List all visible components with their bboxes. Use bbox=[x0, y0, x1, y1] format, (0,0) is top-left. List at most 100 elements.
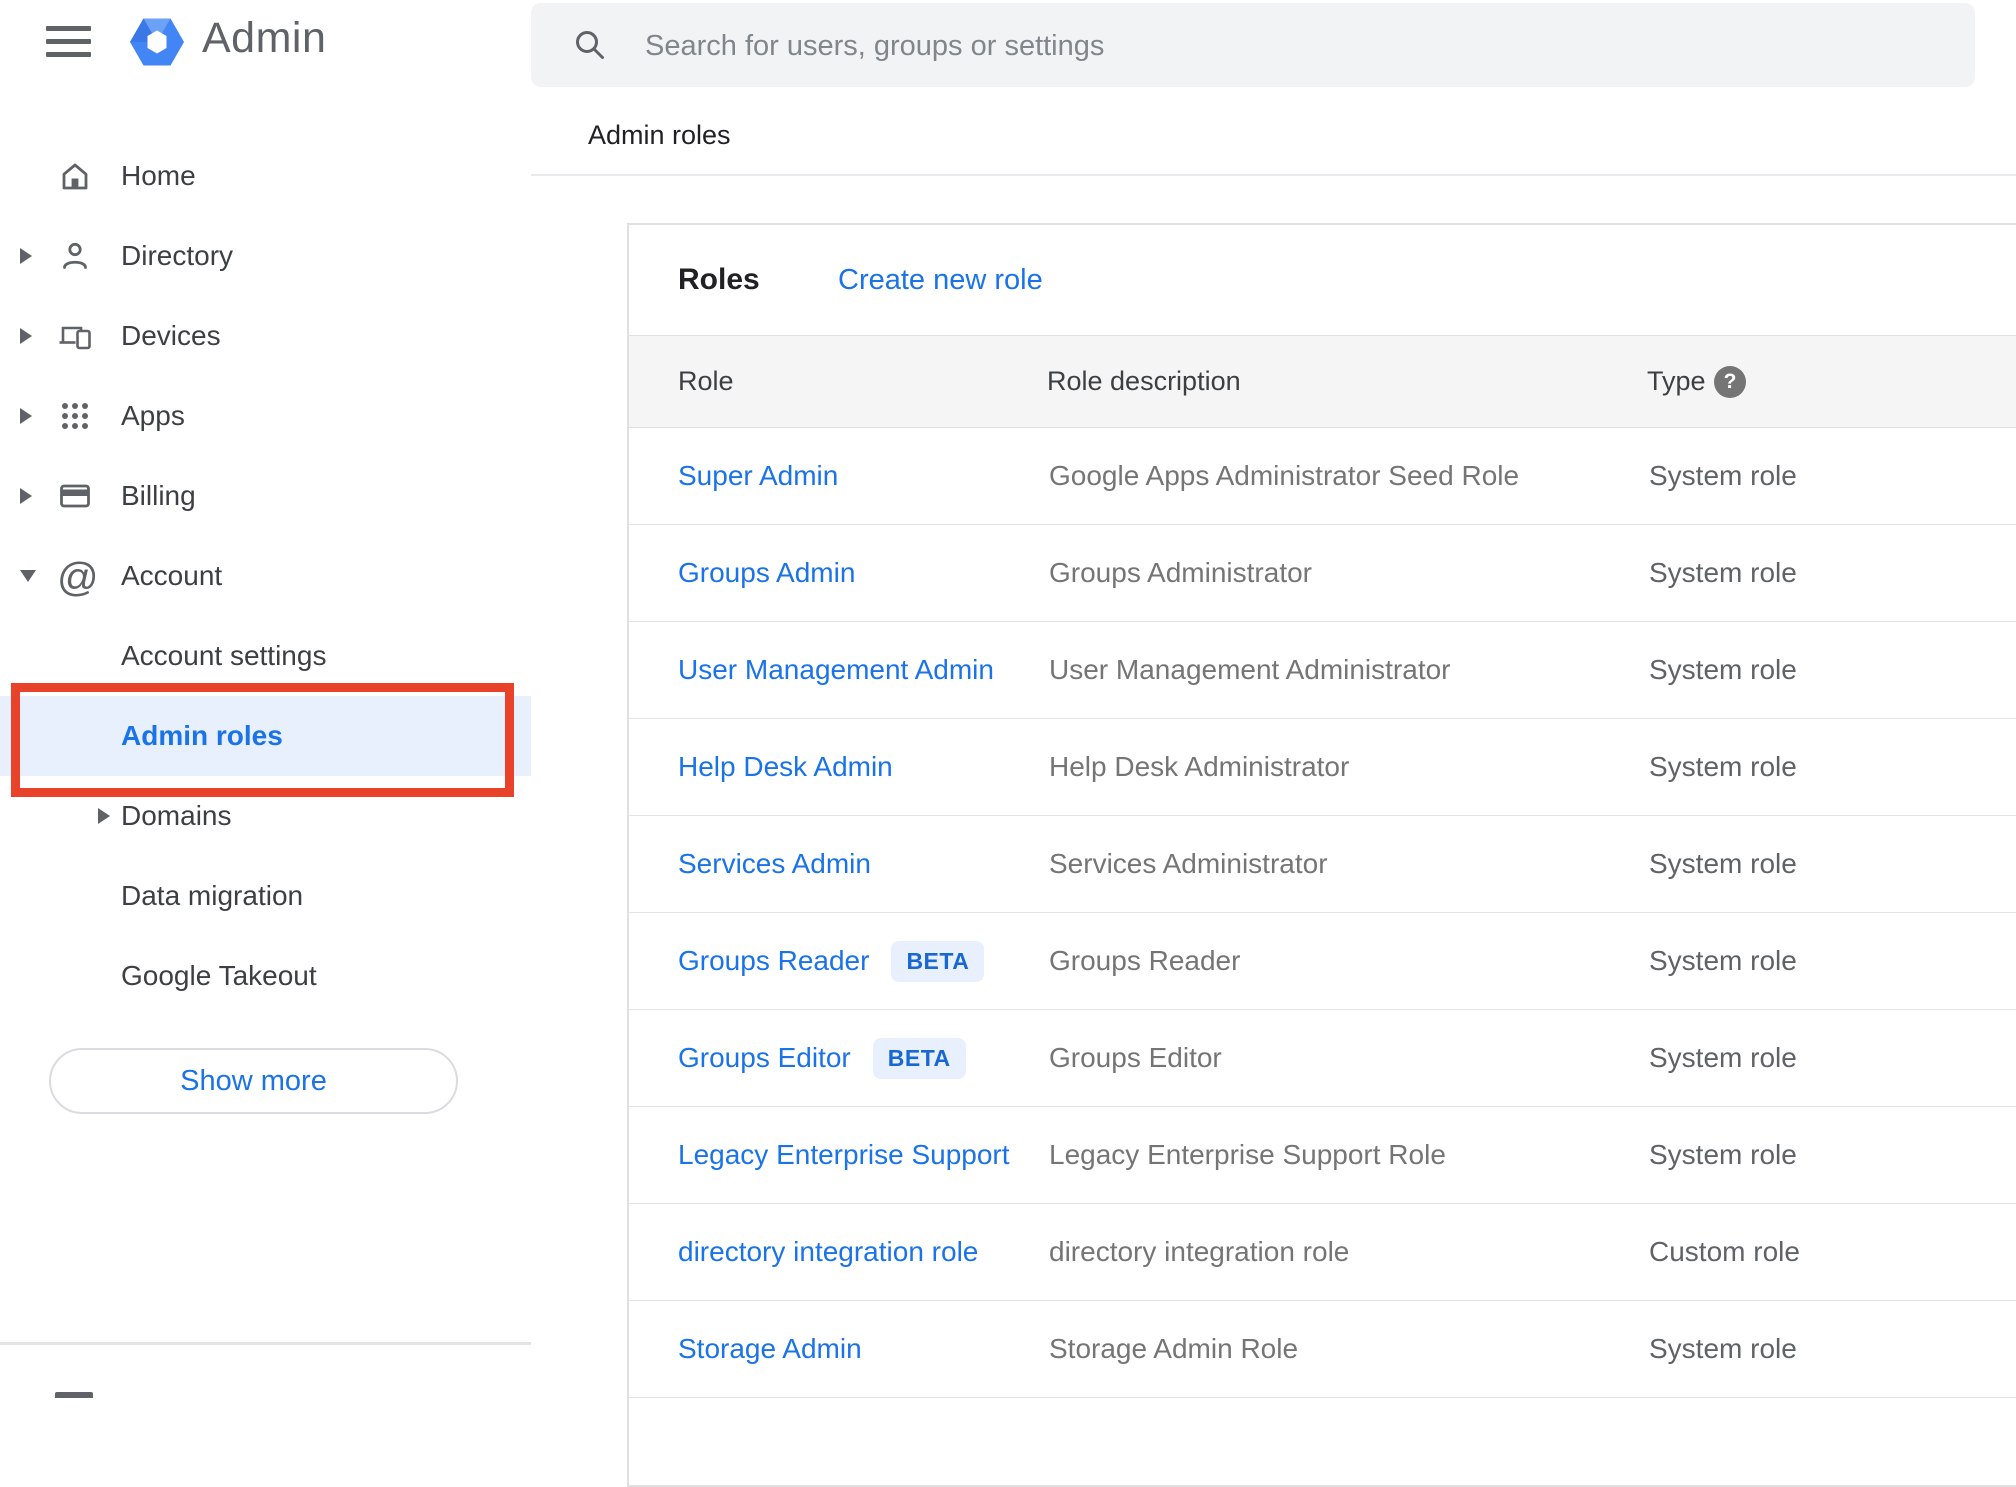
role-type: System role bbox=[1649, 557, 1797, 588]
role-description: directory integration role bbox=[1049, 1236, 1350, 1267]
caret-right-icon[interactable] bbox=[98, 808, 110, 824]
credit-card-icon bbox=[57, 478, 93, 514]
beta-badge: BETA bbox=[872, 1037, 966, 1079]
sidebar-item-account-settings[interactable]: Account settings bbox=[0, 616, 531, 696]
role-description: Google Apps Administrator Seed Role bbox=[1049, 460, 1520, 491]
caret-right-icon[interactable] bbox=[20, 248, 32, 264]
role-link[interactable]: Storage Admin bbox=[678, 1333, 862, 1365]
column-header-type: Type bbox=[1647, 366, 1706, 396]
sidebar-divider bbox=[0, 1342, 531, 1345]
roles-table-body: Super Admin Google Apps Administrator Se… bbox=[629, 428, 2016, 1398]
table-row-groups-reader: Groups Reader BETA Groups Reader System … bbox=[629, 913, 2016, 1010]
sidebar-item-label: Directory bbox=[121, 240, 234, 271]
at-sign-icon: @ bbox=[57, 554, 99, 600]
role-type: System role bbox=[1649, 1139, 1797, 1170]
role-link[interactable]: User Management Admin bbox=[678, 654, 994, 686]
role-description: Help Desk Administrator bbox=[1049, 751, 1350, 782]
role-type: Custom role bbox=[1649, 1236, 1800, 1267]
table-header: Role Role description Type ? bbox=[629, 335, 2016, 428]
breadcrumb: Admin roles bbox=[588, 120, 731, 150]
sidebar-item-home[interactable]: Home bbox=[0, 136, 531, 216]
role-link[interactable]: Legacy Enterprise Support bbox=[678, 1139, 1010, 1171]
role-description: User Management Administrator bbox=[1049, 654, 1451, 685]
role-link[interactable]: Groups Reader bbox=[678, 945, 869, 977]
role-type: System role bbox=[1649, 945, 1797, 976]
role-link[interactable]: Super Admin bbox=[678, 460, 838, 492]
main-content: Admin roles Roles Create new role Role R… bbox=[531, 0, 2016, 1487]
sidebar-item-label: Billing bbox=[121, 480, 196, 511]
role-link[interactable]: Groups Editor bbox=[678, 1042, 851, 1074]
role-type: System role bbox=[1649, 751, 1797, 782]
show-more-button[interactable]: Show more bbox=[49, 1048, 458, 1114]
sidebar-item-label: Devices bbox=[121, 320, 221, 351]
sidebar-item-label: Data migration bbox=[121, 880, 304, 911]
role-description: Legacy Enterprise Support Role bbox=[1049, 1139, 1446, 1170]
role-type: System role bbox=[1649, 654, 1797, 685]
role-type: System role bbox=[1649, 848, 1797, 879]
sidebar-item-data-migration[interactable]: Data migration bbox=[0, 856, 531, 936]
sidebar-item-directory[interactable]: Directory bbox=[0, 216, 531, 296]
role-type: System role bbox=[1649, 1042, 1797, 1073]
role-description: Groups Reader bbox=[1049, 945, 1241, 976]
beta-badge: BETA bbox=[891, 940, 985, 982]
sidebar-item-label: Home bbox=[121, 160, 196, 191]
role-link[interactable]: Help Desk Admin bbox=[678, 751, 893, 783]
caret-right-icon[interactable] bbox=[20, 488, 32, 504]
create-new-role-link[interactable]: Create new role bbox=[838, 225, 1043, 335]
roles-card: Roles Create new role Role Role descript… bbox=[627, 223, 2016, 1487]
table-row-user-management-admin: User Management Admin User Management Ad… bbox=[629, 622, 2016, 719]
sidebar-item-apps[interactable]: Apps bbox=[0, 376, 531, 456]
role-type: System role bbox=[1649, 1333, 1797, 1364]
sidebar-item-label: Admin roles bbox=[121, 720, 283, 751]
table-row-help-desk-admin: Help Desk Admin Help Desk Administrator … bbox=[629, 719, 2016, 816]
admin-hexagon-logo bbox=[128, 15, 186, 69]
person-icon bbox=[57, 238, 93, 274]
partial-sidebar-icon bbox=[55, 1392, 93, 1398]
sidebar-item-devices[interactable]: Devices bbox=[0, 296, 531, 376]
sidebar-item-account[interactable]: @ Account bbox=[0, 536, 531, 616]
caret-down-icon[interactable] bbox=[20, 570, 36, 582]
card-title: Roles bbox=[678, 263, 760, 296]
sidebar-item-billing[interactable]: Billing bbox=[0, 456, 531, 536]
sidebar-item-label: Account settings bbox=[121, 640, 327, 671]
help-icon[interactable]: ? bbox=[1714, 366, 1746, 398]
sidebar-header: Admin bbox=[0, 0, 531, 100]
table-row-groups-editor: Groups Editor BETA Groups Editor System … bbox=[629, 1010, 2016, 1107]
column-header-role: Role bbox=[678, 366, 734, 396]
app-title: Admin bbox=[202, 14, 327, 62]
table-row-legacy-enterprise-support: Legacy Enterprise Support Legacy Enterpr… bbox=[629, 1107, 2016, 1204]
sidebar-item-admin-roles[interactable]: Admin roles bbox=[0, 696, 531, 776]
breadcrumb-divider bbox=[531, 174, 2016, 176]
caret-right-icon[interactable] bbox=[20, 408, 32, 424]
search-input[interactable] bbox=[643, 3, 1937, 89]
table-row-directory-integration-role: directory integration role directory int… bbox=[629, 1204, 2016, 1301]
sidebar-item-domains[interactable]: Domains bbox=[0, 776, 531, 856]
sidebar-item-label: Account bbox=[121, 560, 223, 591]
sidebar-item-label: Apps bbox=[121, 400, 185, 431]
search-icon bbox=[573, 28, 607, 62]
home-icon bbox=[57, 158, 93, 194]
table-row-super-admin: Super Admin Google Apps Administrator Se… bbox=[629, 428, 2016, 525]
sidebar-nav: Home Directory Devices Apps Billing @ Ac… bbox=[0, 136, 531, 1016]
role-description: Storage Admin Role bbox=[1049, 1333, 1299, 1364]
table-row-storage-admin: Storage Admin Storage Admin Role System … bbox=[629, 1301, 2016, 1398]
sidebar-item-google-takeout[interactable]: Google Takeout bbox=[0, 936, 531, 1016]
role-description: Groups Editor bbox=[1049, 1042, 1222, 1073]
role-link[interactable]: Services Admin bbox=[678, 848, 871, 880]
table-row-services-admin: Services Admin Services Administrator Sy… bbox=[629, 816, 2016, 913]
sidebar-item-label: Google Takeout bbox=[121, 960, 317, 991]
role-link[interactable]: Groups Admin bbox=[678, 557, 855, 589]
role-description: Services Administrator bbox=[1049, 848, 1328, 879]
table-row-groups-admin: Groups Admin Groups Administrator System… bbox=[629, 525, 2016, 622]
sidebar: Admin Home Directory Devices Apps Billin… bbox=[0, 0, 531, 1398]
sidebar-item-label: Domains bbox=[121, 800, 232, 831]
caret-right-icon[interactable] bbox=[20, 328, 32, 344]
menu-icon[interactable] bbox=[46, 26, 91, 58]
role-link[interactable]: directory integration role bbox=[678, 1236, 978, 1268]
role-description: Groups Administrator bbox=[1049, 557, 1312, 588]
apps-grid-icon bbox=[57, 398, 93, 434]
role-type: System role bbox=[1649, 460, 1797, 491]
search-bar bbox=[531, 3, 1975, 89]
column-header-description: Role description bbox=[1047, 366, 1241, 396]
devices-icon bbox=[57, 318, 93, 354]
